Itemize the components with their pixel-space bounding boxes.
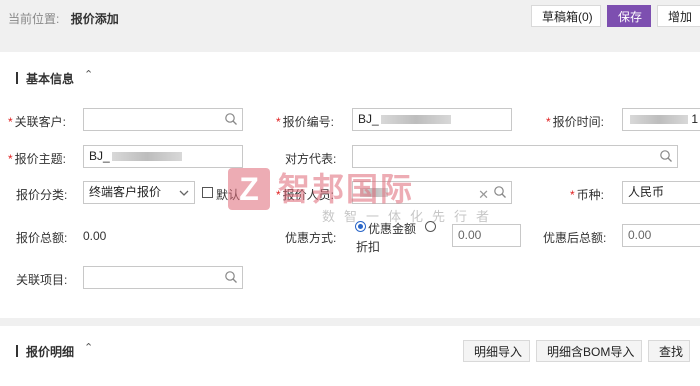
category-label: 报价分类: — [16, 188, 68, 202]
draft-box-button[interactable]: 草稿箱(0) — [531, 5, 601, 27]
masked-text — [380, 115, 451, 125]
breadcrumb: 当前位置: 报价添加 — [8, 10, 119, 27]
counterpart-label: 对方代表: — [285, 152, 337, 166]
project-label: 关联项目: — [16, 273, 68, 287]
page-title: 报价添加 — [70, 12, 119, 26]
basic-info-header[interactable]: 基本信息 ⌃ — [0, 62, 700, 94]
discount-amount-radio[interactable] — [355, 221, 366, 232]
top-bar: 当前位置: 报价添加 草稿箱(0) 保存 增加 — [0, 0, 700, 52]
currency-value: 人民币 — [628, 185, 665, 199]
masked-text — [111, 152, 182, 162]
staff-input[interactable]: ✕ — [352, 181, 512, 204]
quote-time-label: * 报价时间: — [546, 115, 605, 129]
after-discount-input: 0.00 — [622, 224, 700, 247]
section-marker — [16, 72, 18, 84]
after-discount-label: 优惠后总额: — [543, 231, 607, 245]
category-select[interactable]: 终端客户报价 — [83, 181, 195, 204]
search-icon[interactable] — [493, 185, 507, 199]
default-checkbox[interactable] — [202, 187, 213, 198]
quote-no-input[interactable]: BJ_ — [352, 108, 512, 131]
quote-time-input[interactable]: 1 — [622, 108, 700, 131]
category-value: 终端客户报价 — [89, 185, 162, 199]
detail-import-button[interactable]: 明细导入 — [463, 340, 530, 362]
detail-title: 报价明细 — [26, 345, 75, 359]
search-icon[interactable] — [224, 270, 238, 284]
discount-value-input[interactable]: 0.00 — [452, 224, 521, 247]
chevron-down-icon — [179, 190, 189, 196]
total-label: 报价总额: — [16, 231, 68, 245]
basic-info-title: 基本信息 — [26, 72, 75, 86]
subject-value: BJ_ — [89, 149, 110, 163]
discount-mode-label: 优惠方式: — [285, 231, 337, 245]
bom-import-button[interactable]: 明细含BOM导入 — [536, 340, 642, 362]
customer-input[interactable] — [83, 108, 243, 131]
discount-amount-label: 优惠金额 — [368, 222, 417, 236]
section-marker — [16, 345, 18, 357]
breadcrumb-label: 当前位置: — [8, 12, 60, 26]
staff-label: * 报价人员: — [276, 188, 335, 202]
discount-rate-radio[interactable] — [425, 221, 436, 232]
quote-no-label: * 报价编号: — [276, 115, 335, 129]
counterpart-input[interactable] — [352, 145, 678, 168]
customer-label: * 关联客户: — [8, 115, 67, 129]
save-button[interactable]: 保存 — [607, 5, 651, 27]
search-icon[interactable] — [659, 149, 673, 163]
after-discount-value: 0.00 — [628, 228, 652, 242]
collapse-icon[interactable]: ⌃ — [84, 341, 93, 354]
collapse-icon[interactable]: ⌃ — [84, 68, 93, 81]
quote-time-value: 1 — [691, 112, 699, 126]
total-value: 0.00 — [83, 229, 107, 243]
add-button[interactable]: 增加 — [657, 5, 700, 27]
search-icon[interactable] — [224, 112, 238, 126]
section-divider — [0, 318, 700, 326]
project-input[interactable] — [83, 266, 243, 289]
find-button[interactable]: 查找 — [648, 340, 690, 362]
discount-rate-label: 折扣 — [356, 240, 381, 254]
masked-text — [360, 188, 388, 198]
clear-icon[interactable]: ✕ — [478, 184, 489, 203]
subject-label: * 报价主题: — [8, 152, 67, 166]
currency-select[interactable]: 人民币 — [622, 181, 700, 204]
discount-value: 0.00 — [458, 228, 482, 242]
quote-no-value: BJ_ — [358, 112, 379, 126]
subject-input[interactable]: BJ_ — [83, 145, 243, 168]
masked-text — [630, 115, 688, 125]
currency-label: * 币种: — [570, 188, 605, 202]
default-label: 默认 — [216, 188, 241, 202]
